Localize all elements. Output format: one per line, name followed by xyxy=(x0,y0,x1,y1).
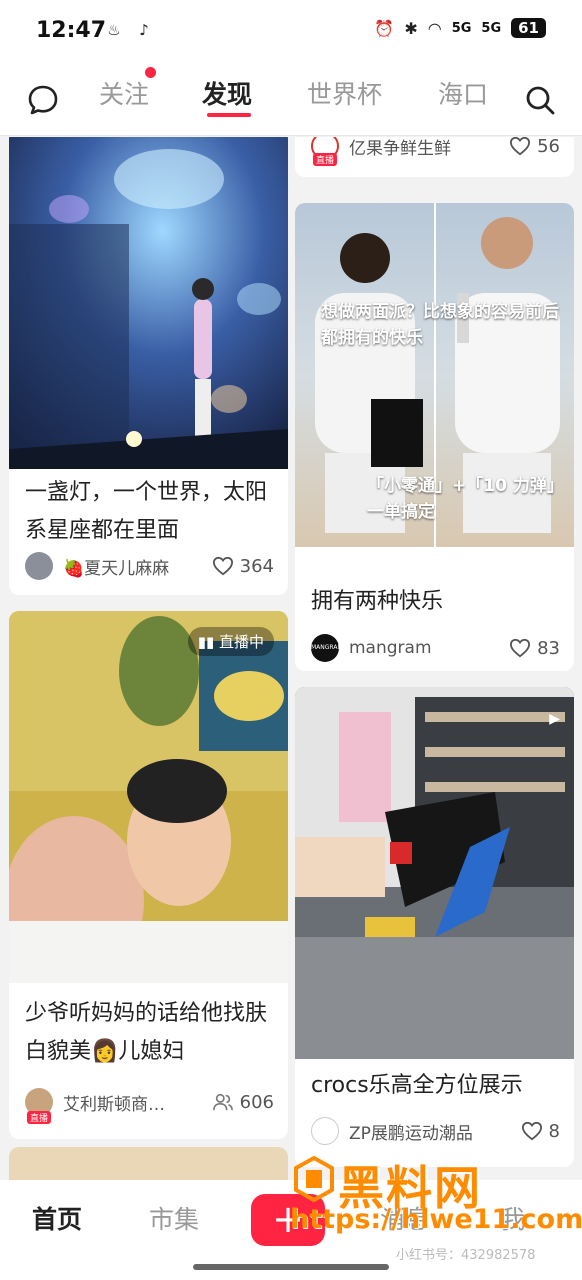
feed-card-mangram[interactable]: 想做两面派？比想象的容易前后都拥有的快乐 「小零通」+「10 力弹」一单搞定 拥… xyxy=(295,203,574,671)
avatar[interactable]: 直播 xyxy=(311,137,339,166)
watermark-user-id: 小红书号：432982578 xyxy=(396,1248,536,1263)
signal-2-label: 5G xyxy=(481,20,502,36)
card-image-partial xyxy=(9,1147,288,1180)
video-play-icon: ▶ xyxy=(549,711,560,727)
card-title: crocs乐高全方位展示 xyxy=(311,1073,523,1098)
avatar[interactable]: MANGRAM xyxy=(311,634,343,662)
avatar-live-tag: 直播 xyxy=(312,153,338,166)
feed-card-crocs[interactable]: ▶ crocs乐高全方位展示 ZP展鹏运动潮品 8 xyxy=(295,687,574,1167)
bluetooth-icon: ✱ xyxy=(404,18,418,38)
feed-card-partial[interactable] xyxy=(9,1147,288,1180)
nav-home[interactable]: 首页 xyxy=(32,1200,82,1236)
card-image-jellyfish-room xyxy=(9,137,288,469)
tab-haikou[interactable]: 海口 xyxy=(438,75,488,111)
like-count-value: 364 xyxy=(239,555,274,577)
live-badge-label: 直播中 xyxy=(218,633,264,651)
heart-icon[interactable] xyxy=(521,1121,543,1141)
signal-1-label: 5G xyxy=(451,20,472,36)
avatar[interactable] xyxy=(311,1117,339,1145)
nav-market[interactable]: 市集 xyxy=(149,1200,199,1236)
watermark-logo-icon xyxy=(294,1156,334,1202)
tab-world-cup[interactable]: 世界杯 xyxy=(307,75,382,111)
author-name[interactable]: 🍓夏天儿麻麻 xyxy=(63,554,169,579)
feed: 一盏灯，一个世界，太阳系星座都在里面 🍓夏天儿麻麻 364 ▮▮ 直播中 少爷听… xyxy=(0,137,582,1180)
card-title: 拥有两种快乐 xyxy=(311,589,444,614)
tab-follow[interactable]: 关注 xyxy=(99,75,149,111)
heart-icon[interactable] xyxy=(509,137,531,156)
card-meta: ZP展鹏运动潮品 8 xyxy=(311,1114,560,1148)
avatar[interactable] xyxy=(25,552,53,580)
avatar[interactable]: 直播 xyxy=(25,1088,53,1124)
overlay-text-top: 想做两面派？比想象的容易前后都拥有的快乐 xyxy=(321,302,559,348)
avatar-live-tag: 直播 xyxy=(26,1111,52,1124)
search-icon[interactable] xyxy=(524,84,556,116)
author-name[interactable]: 艾利斯顿商… xyxy=(63,1090,165,1115)
live-badge: ▮▮ 直播中 xyxy=(187,627,274,656)
top-nav: 关注 发现 世界杯 海口 xyxy=(0,62,582,136)
battery-level: 61 xyxy=(511,18,546,38)
card-meta: 直播 艾利斯顿商… 606 xyxy=(25,1085,274,1124)
feed-card-fruit[interactable]: 直播 亿果争鲜生鲜 56 xyxy=(295,137,574,177)
watermark-url: https://hlwe11.com xyxy=(290,1204,582,1235)
overlay-text-bottom: 「小零通」+「10 力弹」一单搞定 xyxy=(367,476,556,522)
like-count-value: 83 xyxy=(537,637,560,659)
gallery-notification-icon: ♨ xyxy=(107,21,121,39)
card-title: 少爷听妈妈的话给他找肤白貌美👩儿媳妇 xyxy=(25,1001,268,1064)
avatar-logo-text: MANGRAM xyxy=(311,644,343,651)
like-count[interactable]: 364 xyxy=(212,556,274,577)
like-count[interactable]: 83 xyxy=(509,638,560,659)
chat-bubble-icon[interactable] xyxy=(27,84,59,116)
feed-card-jellyfish-lamp[interactable]: 一盏灯，一个世界，太阳系星座都在里面 🍓夏天儿麻麻 364 xyxy=(9,137,288,595)
watermark: 黑料网 https://hlwe11.com 小红书号：432982578 xyxy=(290,1148,582,1263)
tiktok-notification-icon: ♪ xyxy=(139,21,149,39)
like-count[interactable]: 8 xyxy=(521,1121,560,1142)
home-indicator[interactable] xyxy=(193,1264,389,1270)
like-count-value: 8 xyxy=(548,1120,560,1142)
card-meta: 🍓夏天儿麻麻 364 xyxy=(25,549,274,583)
feed-card-live-stream[interactable]: ▮▮ 直播中 少爷听妈妈的话给他找肤白貌美👩儿媳妇 直播 艾利斯顿商… 606 xyxy=(9,611,288,1139)
author-name[interactable]: mangram xyxy=(349,638,432,658)
viewer-count: 606 xyxy=(212,1092,274,1113)
wifi-icon: ◠ xyxy=(427,18,442,38)
status-right: ⏰ ✱ ◠ 5G 5G 61 xyxy=(374,18,546,38)
card-meta: 直播 亿果争鲜生鲜 56 xyxy=(311,137,560,166)
status-notification-icons: ♨ ♪ xyxy=(104,20,154,40)
author-name[interactable]: ZP展鹏运动潮品 xyxy=(349,1119,473,1144)
author-name[interactable]: 亿果争鲜生鲜 xyxy=(349,137,451,159)
card-title: 一盏灯，一个世界，太阳系星座都在里面 xyxy=(25,480,268,543)
viewers-icon xyxy=(212,1093,233,1111)
card-image-crocs-store xyxy=(295,687,574,1059)
heart-icon[interactable] xyxy=(509,638,531,658)
status-bar: 12:47 ♨ ♪ ⏰ ✱ ◠ 5G 5G 61 xyxy=(0,0,582,62)
follow-notification-dot xyxy=(145,67,156,78)
viewer-count-value: 606 xyxy=(239,1091,274,1113)
alarm-icon: ⏰ xyxy=(374,18,395,38)
heart-icon[interactable] xyxy=(212,556,234,576)
status-time: 12:47 xyxy=(36,18,107,43)
card-meta: MANGRAM mangram 83 xyxy=(311,631,560,665)
like-count[interactable]: 56 xyxy=(509,137,560,157)
tab-discover[interactable]: 发现 xyxy=(202,75,252,111)
card-image-live-stream xyxy=(9,611,288,983)
like-count-value: 56 xyxy=(537,137,560,157)
active-tab-indicator xyxy=(207,113,251,117)
